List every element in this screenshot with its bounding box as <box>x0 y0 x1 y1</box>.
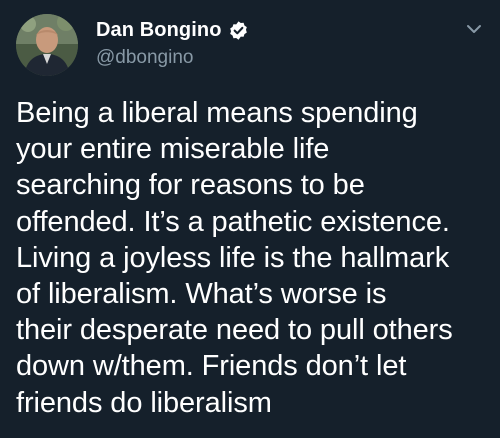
tweet-card: Dan Bongino @dbongino Being a liberal me… <box>0 0 500 438</box>
tweet-text-line: Living a joyless life is the hallmark <box>16 241 450 274</box>
chevron-down-icon[interactable] <box>464 22 484 36</box>
tweet-text-line: searching for reasons to be <box>16 169 365 202</box>
tweet-text-line: of liberalism. What’s worse is <box>16 278 387 311</box>
tweet-text-line: friends do liberalism <box>16 386 272 419</box>
tweet-text: Being a liberal means spending your enti… <box>16 95 496 421</box>
tweet-text-line: offended. It’s a pathetic existence. <box>16 205 450 238</box>
tweet-text-line: Being a liberal means spending <box>16 97 418 129</box>
avatar[interactable] <box>16 14 78 76</box>
author-handle[interactable]: @dbongino <box>96 47 193 69</box>
author-name-row: Dan Bongino <box>96 17 249 43</box>
tweet-text-line: your entire miserable life <box>16 133 330 166</box>
tweet-text-line: their desperate need to pull others <box>16 314 453 347</box>
author-display-name[interactable]: Dan Bongino <box>96 19 222 42</box>
tweet-text-line: down w/them. Friends don’t let <box>16 350 407 383</box>
verified-badge-icon <box>229 20 247 40</box>
